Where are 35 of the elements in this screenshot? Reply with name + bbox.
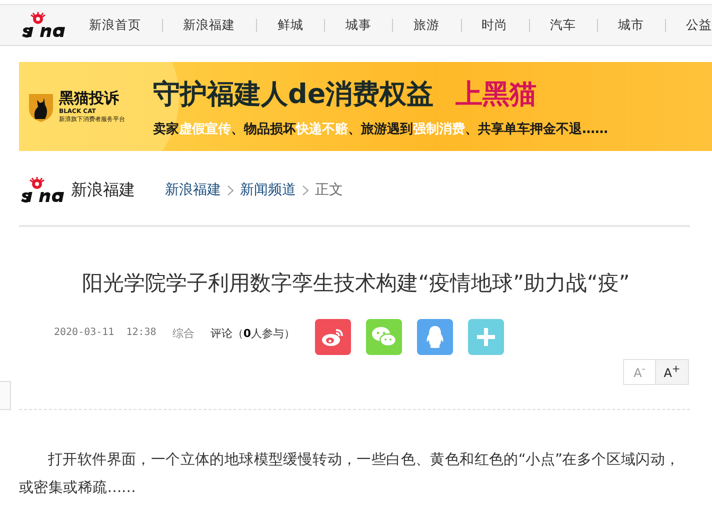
- nav-link[interactable]: 新浪首页: [89, 16, 141, 34]
- share-button[interactable]: [468, 319, 504, 355]
- nav-link[interactable]: 城市: [618, 16, 644, 34]
- weibo-icon: [320, 327, 345, 347]
- nav-link[interactable]: 时尚: [482, 16, 508, 34]
- article-title: 阳光学院学子利用数字孪生技术构建“疫情地球”助力战“疫”: [81, 270, 631, 297]
- share-button[interactable]: [314, 319, 351, 355]
- breadcrumb-link[interactable]: 正文: [315, 181, 343, 199]
- nav-link[interactable]: 旅游: [414, 16, 440, 34]
- share-button[interactable]: [366, 319, 402, 355]
- breadcrumb-link[interactable]: 新闻频道: [240, 181, 296, 199]
- banner-headline: 守护福建人de消费权益: [153, 78, 434, 112]
- share-button[interactable]: [416, 319, 453, 355]
- comments-link[interactable]: 评论（0人参与）: [210, 323, 295, 341]
- publish-date: 2020-03-11: [54, 326, 114, 338]
- breadcrumb-link[interactable]: 新浪福建: [165, 181, 221, 199]
- banner-subline: 卖家虚假宣传、物品损坏快递不赔、旅游遇到强制消费、共享单车押金不退……: [153, 120, 608, 138]
- penguin-icon: [424, 325, 445, 349]
- chevron-icon: [227, 184, 234, 196]
- chevron-icon: [302, 184, 309, 196]
- nav-link[interactable]: 鲜城: [277, 16, 304, 34]
- nav-link[interactable]: 新浪福建: [183, 16, 236, 34]
- publish-time: 12:38: [126, 326, 156, 338]
- nav-link[interactable]: 城事: [345, 16, 372, 34]
- side-tab[interactable]: [0, 381, 11, 410]
- article-source: 综合: [172, 326, 194, 341]
- brand-name: 黑猫投诉: [59, 89, 120, 108]
- font-size-button[interactable]: A$^{+}$: [656, 359, 689, 385]
- plus-icon: [476, 327, 496, 347]
- article-paragraph: 打开软件界面，一个立体的地球模型缓慢转动，一些白色、黄色和红色的“小点”在多个区域闪动，或密集或稀疏……: [19, 450, 681, 498]
- channel-name: 新浪福建: [71, 180, 135, 200]
- banner-headline-cta: 上黑猫: [456, 78, 537, 112]
- nav-link[interactable]: 汽车: [550, 16, 576, 34]
- nav-link[interactable]: 公益: [686, 16, 712, 34]
- chat-bubbles-icon: [370, 326, 397, 348]
